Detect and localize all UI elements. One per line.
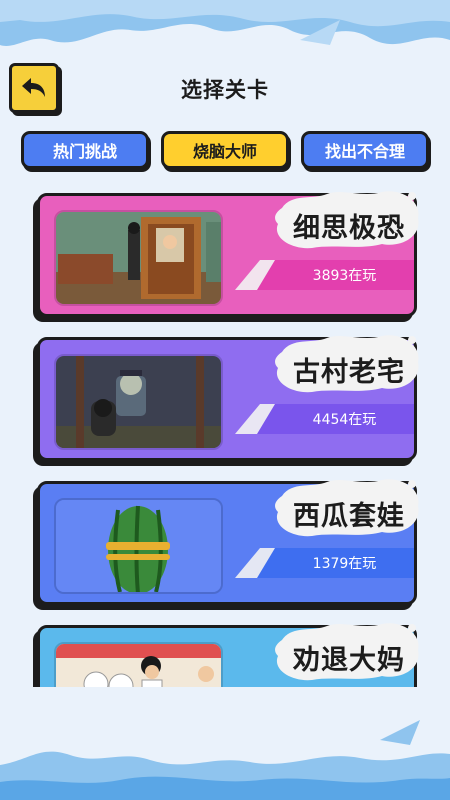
level-card[interactable]: 1379在玩 西瓜套娃 xyxy=(37,479,419,605)
level-card[interactable]: 4454在玩 古村老宅 xyxy=(37,335,419,461)
level-name: 古村老宅 xyxy=(293,357,405,388)
level-name: 劝退大妈 xyxy=(293,645,405,676)
level-thumbnail xyxy=(54,642,223,687)
players-count: 1379在玩 xyxy=(312,556,377,572)
page-title: 选择关卡 xyxy=(181,78,269,102)
tab-hot-challenge[interactable]: 热门挑战 xyxy=(21,131,149,169)
level-card[interactable]: 劝退大妈 xyxy=(37,623,419,687)
players-count: 3893在玩 xyxy=(312,268,377,284)
level-name: 细思极恐 xyxy=(293,213,405,244)
players-count: 4454在玩 xyxy=(312,412,377,428)
level-thumbnail xyxy=(54,354,223,450)
level-thumbnail xyxy=(54,210,223,306)
category-tabs: 热门挑战 烧脑大师 找出不合理 xyxy=(0,131,450,173)
tab-find-unreasonable[interactable]: 找出不合理 xyxy=(301,131,429,169)
bottom-splash-decoration xyxy=(0,720,450,800)
level-list[interactable]: 3893在玩 细思极恐 4454在玩 古村老宅 1379在玩 西瓜套娃 劝退大妈 xyxy=(0,185,450,687)
level-card[interactable]: 3893在玩 细思极恐 xyxy=(37,191,419,317)
level-thumbnail xyxy=(54,498,223,594)
tab-brain-master[interactable]: 烧脑大师 xyxy=(161,131,289,169)
level-name: 西瓜套娃 xyxy=(293,501,405,532)
